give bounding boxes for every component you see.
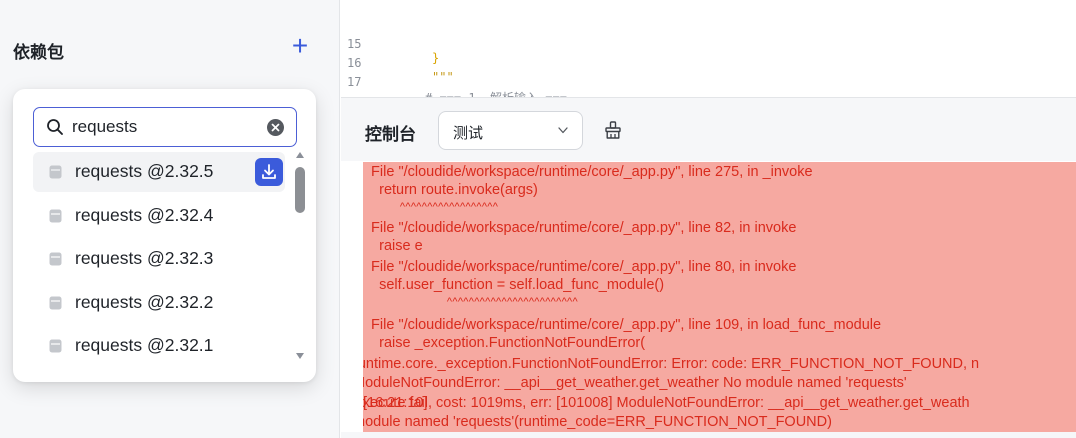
log-line: File "/cloudide/workspace/runtime/core/_… [363, 259, 797, 275]
clean-icon[interactable] [603, 120, 623, 140]
search-icon [47, 119, 63, 135]
scrollbar-thumb[interactable] [295, 167, 305, 213]
log-line: ^^^^^^^^^^^^^^^^^^^^^^^^ [363, 296, 578, 308]
package-label: requests @2.32.5 [75, 161, 214, 181]
package-label: requests @2.32.3 [75, 248, 214, 268]
package-list: requests @2.32.5 requests @2.32.4 reques… [33, 152, 285, 370]
chevron-down-icon [558, 127, 568, 134]
log-line: self.user_function = self.load_func_modu… [363, 277, 665, 293]
log-line: File "/cloudide/workspace/runtime/core/_… [363, 164, 813, 180]
log-line: runtime.core._exception.FunctionNotFound… [363, 356, 980, 372]
scroll-up-arrow[interactable] [296, 152, 304, 158]
package-icon [49, 165, 62, 179]
code-line: 15 } [341, 23, 439, 65]
console-output[interactable]: File "/cloudide/workspace/runtime/core/_… [363, 162, 1076, 432]
search-box[interactable] [33, 107, 297, 147]
code-editor[interactable]: 15 } 16 """ 17 # === 1. 解析输入 === [341, 18, 1076, 105]
package-icon [49, 209, 62, 222]
console-toolbar: 控制台 测试 [341, 97, 1076, 161]
dependencies-title: 依赖包 [13, 43, 64, 63]
log-line: return route.invoke(args) [363, 182, 538, 198]
list-item[interactable]: requests @2.32.1 [33, 326, 285, 366]
package-label: requests @2.32.2 [75, 291, 214, 312]
list-item[interactable]: requests @2.32.5 [33, 152, 285, 192]
log-line: Execute fail, cost: 1019ms, err: [101008… [363, 395, 970, 411]
download-icon [262, 164, 276, 179]
download-button[interactable] [255, 158, 283, 186]
log-line: raise e [363, 238, 423, 254]
package-icon [49, 296, 62, 309]
log-line: File "/cloudide/workspace/runtime/core/_… [363, 317, 882, 333]
left-panel: 依赖包 + requests @2.32.5 [0, 0, 340, 438]
log-line: module named 'requests'(runtime_code=ERR… [363, 414, 832, 430]
log-line: File "/cloudide/workspace/runtime/core/_… [363, 220, 797, 236]
log-line: ModuleNotFoundError: __api__get_weather.… [363, 375, 907, 391]
line-code: """ [432, 70, 454, 84]
package-icon [49, 252, 62, 266]
list-item[interactable]: requests @2.32.3 [33, 239, 285, 279]
package-icon [49, 339, 62, 353]
dependencies-header: 依赖包 + [13, 32, 313, 66]
code-line: 17 # === 1. 解析输入 === [341, 61, 567, 105]
line-code: } [432, 51, 440, 65]
package-search-dropdown: requests @2.32.5 requests @2.32.4 [13, 89, 316, 382]
package-label: requests @2.32.4 [75, 204, 214, 225]
list-item[interactable]: requests @2.32.2 [33, 283, 285, 323]
bottom-strip [341, 432, 1076, 438]
list-item[interactable]: requests @2.32.4 [33, 196, 285, 236]
environment-select[interactable]: 测试 [438, 111, 583, 150]
log-line: ^^^^^^^^^^^^^^^^^^ [363, 201, 499, 213]
clear-icon[interactable] [267, 119, 284, 136]
code-line: 16 """ [341, 42, 454, 84]
console-title: 控制台 [365, 125, 416, 145]
environment-select-value: 测试 [453, 124, 484, 142]
log-timestamp: [16:21:10] [363, 395, 428, 411]
package-label: requests @2.32.1 [75, 335, 214, 355]
line-number: 17 [347, 75, 362, 89]
main-area: 15 } 16 """ 17 # === 1. 解析输入 === 控制台 测试 [341, 0, 1076, 438]
log-line: raise _exception.FunctionNotFoundError( [363, 335, 646, 351]
add-dependency-button[interactable]: + [287, 32, 313, 62]
scroll-down-arrow[interactable] [296, 353, 304, 359]
search-input[interactable] [72, 115, 252, 139]
